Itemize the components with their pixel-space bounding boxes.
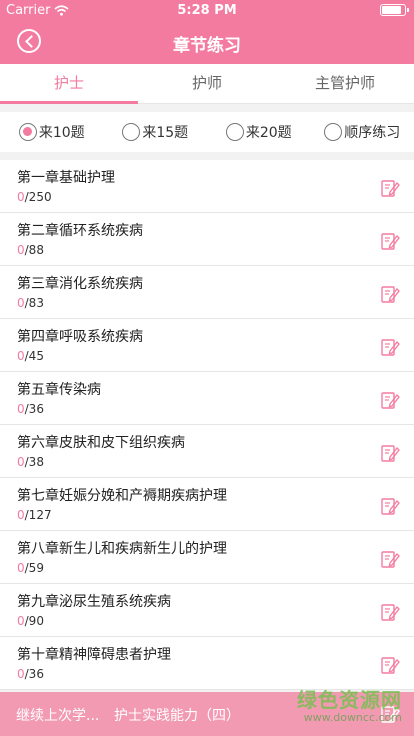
progress-total: /127 (24, 508, 52, 522)
edit-note-icon[interactable] (380, 704, 400, 724)
progress-total: /36 (24, 667, 44, 681)
chapter-row[interactable]: 第七章妊娠分娩和产褥期疾病护理 0/127 (0, 478, 414, 531)
chapter-name: 第三章消化系统疾病 (17, 276, 143, 292)
option-label: 来10题 (38, 125, 85, 141)
chapter-name: 第九章泌尿生殖系统疾病 (17, 594, 171, 610)
chapter-name: 第二章循环系统疾病 (17, 223, 143, 239)
radio-icon (324, 123, 343, 141)
progress-total: /90 (24, 614, 44, 628)
chapter-name: 第四章呼吸系统疾病 (17, 329, 143, 345)
chapter-row[interactable]: 第八章新生儿和疾病新生儿的护理 0/59 (0, 531, 414, 584)
progress-done: 0 (17, 508, 25, 522)
continue-label: 继续上次学... (16, 708, 100, 724)
chapter-name: 第七章妊娠分娩和产褥期疾病护理 (17, 488, 227, 504)
radio-icon (122, 123, 141, 141)
question-count-options: 来10题 来15题 来20题 顺序练习 (0, 112, 414, 152)
progress-done: 0 (17, 561, 25, 575)
option-label: 来20题 (245, 125, 292, 141)
progress-done: 0 (17, 296, 25, 310)
progress-done: 0 (17, 614, 25, 628)
progress-done: 0 (17, 667, 25, 681)
chapter-row[interactable]: 第四章呼吸系统疾病 0/45 (0, 319, 414, 372)
chapter-name: 第十章精神障碍患者护理 (17, 647, 171, 663)
option-label: 顺序练习 (344, 125, 401, 141)
chapter-progress: 0/59 (17, 561, 44, 575)
chapter-name: 第五章传染病 (17, 382, 101, 398)
tab-nurse[interactable]: 护士 (0, 64, 138, 104)
status-bar: Carrier 5:28 PM (0, 0, 414, 20)
edit-note-icon[interactable] (380, 337, 400, 357)
option-label: 来15题 (142, 125, 189, 141)
edit-note-icon[interactable] (380, 655, 400, 675)
chapter-row[interactable]: 第二章循环系统疾病 0/88 (0, 213, 414, 266)
status-time: 5:28 PM (177, 3, 237, 18)
level-tabs: 护士 护师 主管护师 (0, 64, 414, 104)
top-bar: Carrier 5:28 PM 章节练习 (0, 0, 414, 64)
chapter-row[interactable]: 第十章精神障碍患者护理 0/36 (0, 637, 414, 690)
progress-done: 0 (17, 190, 25, 204)
progress-total: /250 (24, 190, 52, 204)
edit-note-icon[interactable] (380, 443, 400, 463)
progress-total: /38 (24, 455, 44, 469)
progress-done: 0 (17, 402, 25, 416)
progress-done: 0 (17, 455, 25, 469)
chapter-row[interactable]: 第一章基础护理 0/250 (0, 160, 414, 213)
edit-note-icon[interactable] (380, 231, 400, 251)
battery-icon (380, 4, 409, 16)
chapter-name: 第一章基础护理 (17, 170, 115, 186)
chapter-progress: 0/127 (17, 508, 52, 522)
option-10[interactable]: 来10题 (0, 112, 104, 152)
chapter-row[interactable]: 第三章消化系统疾病 0/83 (0, 266, 414, 319)
chapter-progress: 0/83 (17, 296, 44, 310)
chapter-list: 第一章基础护理 0/250 第二章循环系统疾病 0/88 第三章消化系统疾病 0/83 第四… (0, 160, 414, 690)
edit-note-icon[interactable] (380, 390, 400, 410)
progress-total: /36 (24, 402, 44, 416)
chapter-row[interactable]: 第五章传染病 0/36 (0, 372, 414, 425)
progress-done: 0 (17, 349, 25, 363)
progress-total: /45 (24, 349, 44, 363)
chapter-name: 第八章新生儿和疾病新生儿的护理 (17, 541, 227, 557)
last-section-label: 护士实践能力（四） (114, 708, 240, 724)
nav-bar: 章节练习 (0, 20, 414, 64)
progress-done: 0 (17, 243, 25, 257)
chapter-progress: 0/36 (17, 402, 44, 416)
radio-icon (225, 123, 244, 141)
option-20[interactable]: 来20题 (207, 112, 311, 152)
progress-total: /59 (24, 561, 44, 575)
edit-note-icon[interactable] (380, 496, 400, 516)
chapter-progress: 0/250 (17, 190, 52, 204)
tab-senior-nurse[interactable]: 护师 (138, 64, 276, 103)
edit-note-icon[interactable] (380, 178, 400, 198)
edit-note-icon[interactable] (380, 549, 400, 569)
chapter-progress: 0/45 (17, 349, 44, 363)
continue-bar[interactable]: 继续上次学... 护士实践能力（四） (0, 692, 414, 736)
radio-checked-icon (18, 123, 37, 141)
option-15[interactable]: 来15题 (104, 112, 208, 152)
chapter-progress: 0/36 (17, 667, 44, 681)
chapter-progress: 0/38 (17, 455, 44, 469)
chapter-row[interactable]: 第九章泌尿生殖系统疾病 0/90 (0, 584, 414, 637)
page-title: 章节练习 (173, 36, 241, 56)
chapter-progress: 0/88 (17, 243, 44, 257)
chapter-row[interactable]: 第六章皮肤和皮下组织疾病 0/38 (0, 425, 414, 478)
edit-note-icon[interactable] (380, 602, 400, 622)
progress-total: /83 (24, 296, 44, 310)
option-sequential[interactable]: 顺序练习 (311, 112, 414, 152)
edit-note-icon[interactable] (380, 284, 400, 304)
chapter-progress: 0/90 (17, 614, 44, 628)
tab-charge-nurse[interactable]: 主管护师 (276, 64, 414, 103)
progress-total: /88 (24, 243, 44, 257)
chapter-name: 第六章皮肤和皮下组织疾病 (17, 435, 185, 451)
